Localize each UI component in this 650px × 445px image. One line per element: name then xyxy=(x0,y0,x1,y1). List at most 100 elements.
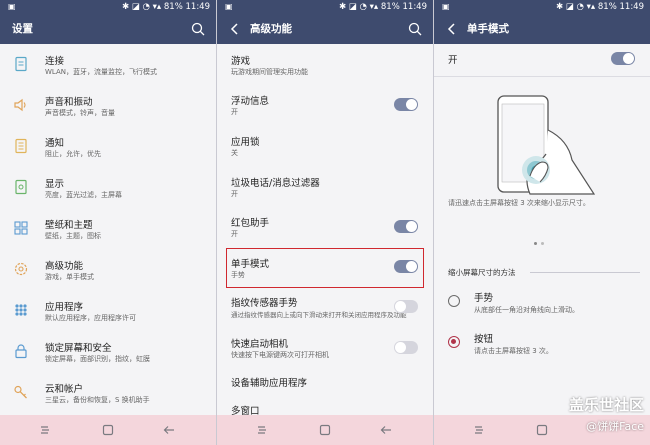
item-title: 显示 xyxy=(45,179,65,190)
item-subtitle: 声音模式，铃声，音量 xyxy=(45,109,115,117)
item-title: 设备辅助应用程序 xyxy=(231,378,308,389)
search-icon[interactable] xyxy=(190,21,206,37)
method-option-button[interactable]: 按钮 请点击主屏幕按钮 3 次。 xyxy=(434,326,650,364)
feature-item-floating-info[interactable]: 浮动信息 开 xyxy=(217,86,433,124)
button-radio[interactable] xyxy=(448,336,460,348)
section-header: 缩小屏幕尺寸的方法 xyxy=(448,268,516,277)
option-title: 手势 xyxy=(474,293,494,304)
settings-item-notifications[interactable]: 通知 阻止，允许，优先 xyxy=(0,126,216,167)
apps-icon xyxy=(15,304,27,316)
connections-icon xyxy=(15,56,27,72)
battery-level: 81% xyxy=(163,2,183,12)
nav-bar xyxy=(217,415,433,445)
key-icon xyxy=(14,385,27,399)
settings-item-advanced[interactable]: 高级功能 游戏，单手模式 xyxy=(0,249,216,290)
advanced-gear-icon xyxy=(14,262,28,276)
settings-item-wallpaper[interactable]: 壁纸和主题 壁纸，主题，图标 xyxy=(0,208,216,249)
item-title: 壁纸和主题 xyxy=(45,220,93,231)
settings-item-apps[interactable]: 应用程序 默认应用程序，应用程序许可 xyxy=(0,290,216,331)
recent-apps-icon[interactable] xyxy=(472,423,486,437)
method-option-gesture[interactable]: 手势 从底部任一角沿对角线向上滑动。 xyxy=(434,285,650,323)
settings-item-display[interactable]: 显示 亮度，蓝光过滤，主屏幕 xyxy=(0,167,216,208)
separator xyxy=(434,76,650,77)
app-bar: 单手模式 xyxy=(434,14,650,44)
item-subtitle: 快速按下电源键两次可打开相机 xyxy=(231,351,329,359)
item-subtitle: 三星云，备份和恢复，S 换机助手 xyxy=(45,396,150,404)
feature-item-spam-filter[interactable]: 垃圾电话/消息过滤器 开 xyxy=(217,168,433,206)
feature-item-app-lock[interactable]: 应用锁 关 xyxy=(217,127,433,165)
display-icon xyxy=(15,179,27,195)
recent-apps-icon[interactable] xyxy=(38,423,52,437)
feature-item-assistant-app[interactable]: 设备辅助应用程序 xyxy=(217,370,433,392)
page-indicator-dot xyxy=(534,242,537,245)
item-subtitle: 默认应用程序，应用程序许可 xyxy=(45,314,136,322)
one-handed-master-switch[interactable]: 开 xyxy=(434,46,650,72)
feature-item-fingerprint-gestures[interactable]: 指纹传感器手势 通过指纹传感器向上或向下滑动来打开和关闭应用程序及功能 xyxy=(217,289,433,327)
page-title: 单手模式 xyxy=(467,23,509,35)
clock: 11:49 xyxy=(619,2,645,12)
fingerprint-gestures-toggle[interactable] xyxy=(394,300,418,313)
feature-item-quick-camera[interactable]: 快速启动相机 快速按下电源键两次可打开相机 xyxy=(217,329,433,367)
settings-item-sound[interactable]: 声音和振动 声音模式，铃声，音量 xyxy=(0,85,216,126)
switch-label: 开 xyxy=(448,55,458,66)
gallery-notification-icon: ▣ xyxy=(8,2,16,11)
item-subtitle: 游戏，单手模式 xyxy=(45,273,94,281)
one-handed-illustration xyxy=(497,95,596,195)
red-packet-toggle[interactable] xyxy=(394,220,418,233)
item-title: 声音和振动 xyxy=(45,97,93,108)
back-icon[interactable] xyxy=(227,21,243,37)
item-title: 高级功能 xyxy=(45,261,84,272)
clock: 11:49 xyxy=(185,2,211,12)
feature-item-red-packet[interactable]: 红包助手 开 xyxy=(217,208,433,246)
floating-info-toggle[interactable] xyxy=(394,98,418,111)
option-subtitle: 从底部任一角沿对角线向上滑动。 xyxy=(474,306,579,314)
notifications-icon xyxy=(15,138,27,154)
home-icon[interactable] xyxy=(318,423,332,437)
gesture-radio[interactable] xyxy=(448,295,460,307)
status-bar: ▣ ✱ ◪ ◔ ▾▴ 81% 11:49 xyxy=(0,0,216,14)
nav-bar xyxy=(0,415,216,445)
item-subtitle: 关 xyxy=(231,149,238,157)
lock-icon xyxy=(15,344,27,359)
item-subtitle: 玩游戏期间管理实用功能 xyxy=(231,68,308,76)
status-bar: ▣ ✱ ◪ ◔ ▾▴ 81% 11:49 xyxy=(434,0,650,14)
gallery-notification-icon: ▣ xyxy=(225,2,233,11)
watermark-author: @饼饼Face xyxy=(586,420,644,433)
item-title: 游戏 xyxy=(231,56,251,67)
instruction-text: 请迅速点击主屏幕按钮 3 次来缩小显示尺寸。 xyxy=(448,199,590,207)
item-subtitle: 开 xyxy=(231,108,238,116)
item-subtitle: 阻止，允许，优先 xyxy=(45,150,101,158)
battery-level: 81% xyxy=(597,2,617,12)
clock: 11:49 xyxy=(402,2,428,12)
settings-item-lock-security[interactable]: 锁定屏幕和安全 锁定屏幕，面部识别，指纹，虹膜 xyxy=(0,331,216,372)
one-handed-main-toggle[interactable] xyxy=(611,52,635,65)
section-header-line xyxy=(530,272,640,273)
watermark-title: 盖乐世社区 xyxy=(568,396,644,414)
page-title: 高级功能 xyxy=(250,23,292,35)
home-icon[interactable] xyxy=(101,423,115,437)
recent-apps-icon[interactable] xyxy=(255,423,269,437)
settings-item-cloud-accounts[interactable]: 云和帐户 三星云，备份和恢复，S 换机助手 xyxy=(0,372,216,413)
search-icon[interactable] xyxy=(407,21,423,37)
back-icon[interactable] xyxy=(444,21,460,37)
item-title: 通知 xyxy=(45,138,65,149)
feature-item-games[interactable]: 游戏 玩游戏期间管理实用功能 xyxy=(217,46,433,84)
back-nav-icon[interactable] xyxy=(162,423,176,437)
item-subtitle: WLAN，蓝牙，流量监控，飞行模式 xyxy=(45,68,158,76)
page-indicator-dot xyxy=(541,242,544,245)
home-icon[interactable] xyxy=(535,423,549,437)
back-nav-icon[interactable] xyxy=(379,423,393,437)
status-icons: ✱ ◪ ◔ ▾▴ xyxy=(121,2,164,12)
feature-item-multi-window[interactable]: 多窗口 xyxy=(217,398,433,417)
quick-camera-toggle[interactable] xyxy=(394,341,418,354)
item-title: 指纹传感器手势 xyxy=(231,298,298,309)
item-title: 应用锁 xyxy=(231,137,260,148)
gallery-notification-icon: ▣ xyxy=(442,2,450,11)
app-bar: 高级功能 xyxy=(217,14,433,44)
item-title: 浮动信息 xyxy=(231,96,270,107)
settings-panel: ▣ ✱ ◪ ◔ ▾▴ 81% 11:49 设置 连接 WLAN，蓝牙，流量监控，… xyxy=(0,0,216,445)
item-subtitle: 开 xyxy=(231,190,238,198)
app-bar: 设置 xyxy=(0,14,216,44)
settings-item-connections[interactable]: 连接 WLAN，蓝牙，流量监控，飞行模式 xyxy=(0,44,216,85)
item-subtitle: 通过指纹传感器向上或向下滑动来打开和关闭应用程序及功能 xyxy=(231,311,407,319)
